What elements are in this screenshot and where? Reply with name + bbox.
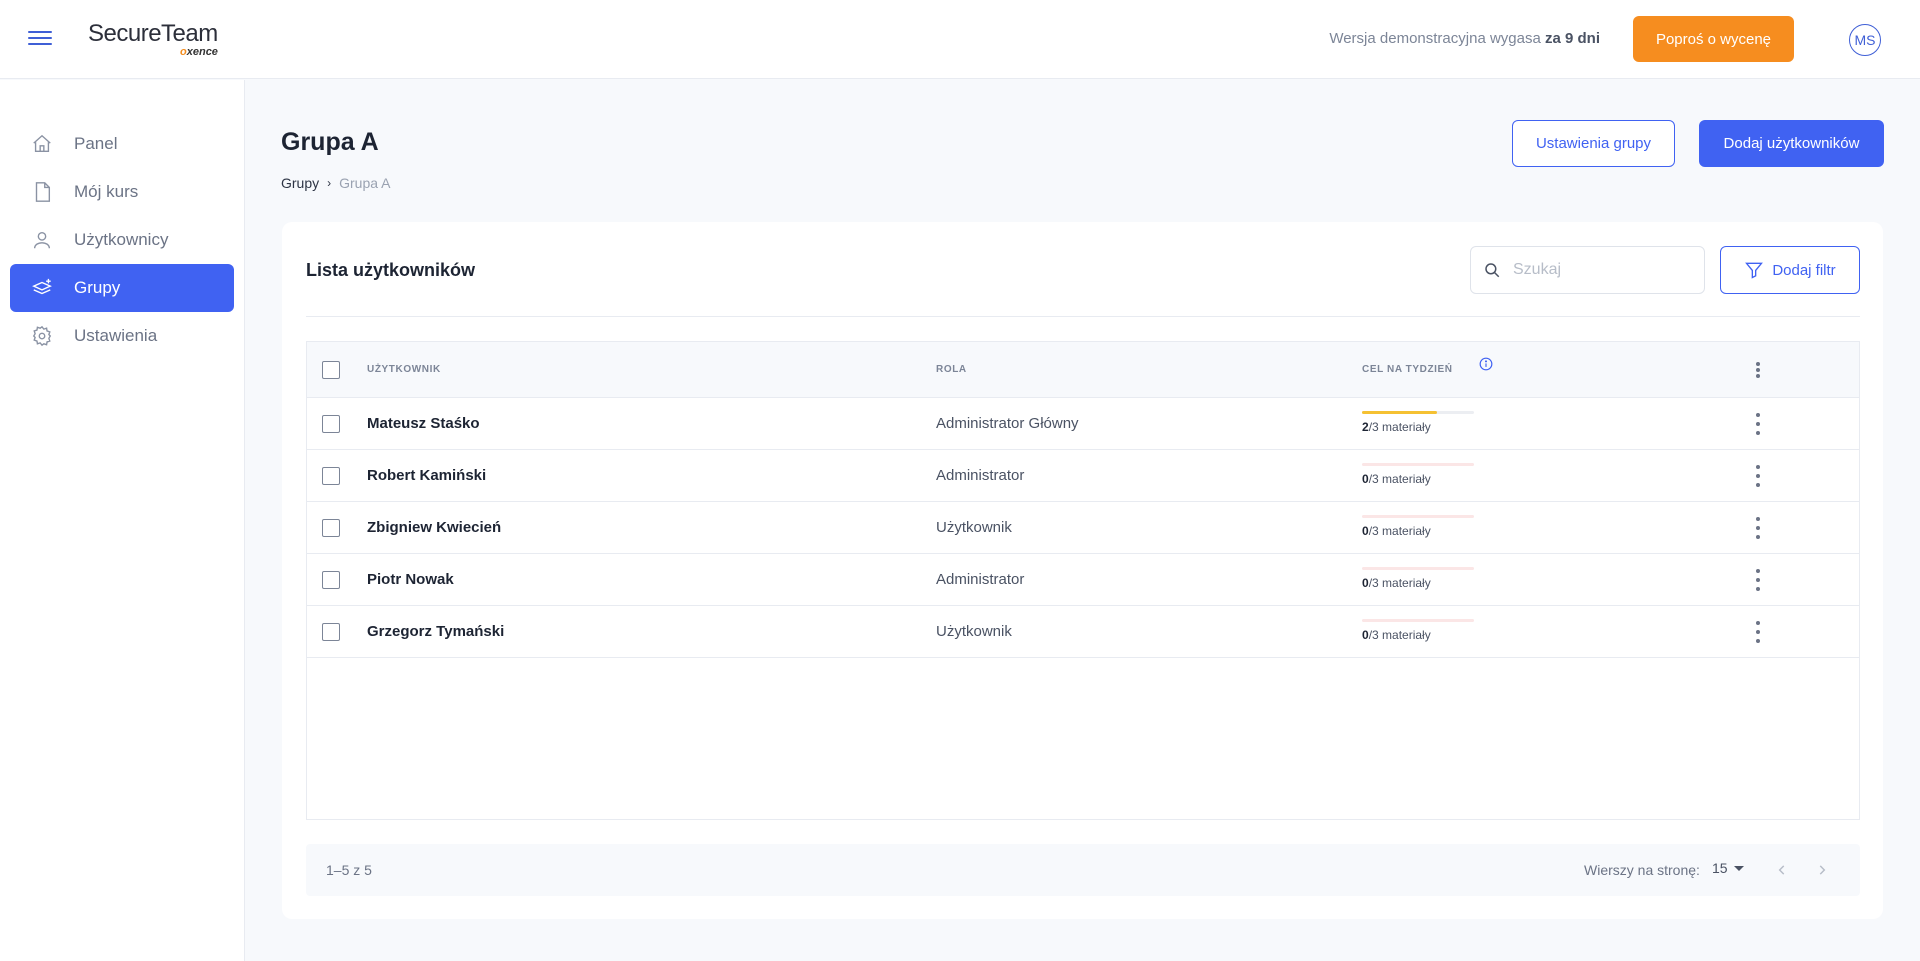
goal-progress-bar [1362,411,1474,414]
row-menu-icon[interactable] [1748,465,1768,487]
logo-subtext: oxence [180,46,218,58]
search-input[interactable] [1513,261,1693,279]
column-header-weekly-goal[interactable]: Cel na tydzień [1362,364,1453,375]
row-checkbox[interactable] [322,623,340,641]
rows-per-page-label: Wierszy na stronę: [1584,862,1700,878]
add-users-button[interactable]: Dodaj użytkowników [1699,120,1884,167]
chevron-right-icon: › [327,176,332,190]
user-name[interactable]: Grzegorz Tymański [367,623,504,640]
row-menu-icon[interactable] [1748,569,1768,591]
goal-progress-bar [1362,463,1474,466]
row-menu-icon[interactable] [1748,517,1768,539]
row-checkbox[interactable] [322,571,340,589]
user-name[interactable]: Piotr Nowak [367,571,454,588]
user-icon [30,228,54,252]
row-menu-icon[interactable] [1748,621,1768,643]
user-name[interactable]: Zbigniew Kwiecień [367,519,501,536]
caret-down-icon [1733,865,1744,871]
list-title: Lista użytkowników [306,260,476,280]
column-header-role[interactable]: Rola [936,364,967,375]
sidebar-item-groups[interactable]: Grupy [10,264,234,312]
trial-days: za 9 dni [1544,30,1600,47]
search-box[interactable] [1470,246,1705,294]
breadcrumb-current: Grupa A [339,175,391,191]
table-row[interactable]: Mateusz Staśko Administrator Główny 2/3 … [307,398,1859,450]
user-role: Administrator Główny [936,415,1079,432]
goal-progress-label: 0/3 materiały [1362,472,1431,486]
sidebar-item-label: Ustawienia [74,326,158,345]
table-row[interactable]: Grzegorz Tymański Użytkownik 0/3 materia… [307,606,1859,658]
goal-progress-fill [1362,411,1437,414]
sidebar-item-label: Panel [74,134,118,153]
breadcrumb-link-groups[interactable]: Grupy [281,175,319,191]
goal-progress-bar [1362,619,1474,622]
column-header-user[interactable]: Użytkownik [367,364,441,375]
pagination-bar: 1–5 z 5 Wierszy na stronę: 15 [306,844,1860,896]
users-list-card: Lista użytkowników Dodaj filtr Użytkowni… [282,222,1883,919]
row-checkbox[interactable] [322,519,340,537]
user-name[interactable]: Robert Kamiński [367,467,486,484]
sidebar-item-label: Mój kurs [74,182,139,201]
user-role: Użytkownik [936,623,1012,640]
home-icon [30,132,54,156]
row-checkbox[interactable] [322,467,340,485]
menu-icon[interactable] [28,27,52,51]
sidebar: Panel Mój kurs Użytkownicy Grupy Ustawie… [0,80,245,961]
goal-progress-label: 0/3 materiały [1362,628,1431,642]
table-header: Użytkownik Rola Cel na tydzień [307,342,1859,398]
table-row[interactable]: Robert Kamiński Administrator 0/3 materi… [307,450,1859,502]
rows-per-page-select[interactable]: 15 [1712,860,1744,876]
sidebar-item-label: Grupy [74,278,121,297]
trial-text: Wersja demonstracyjna wygasa [1329,30,1541,47]
user-name[interactable]: Mateusz Staśko [367,415,480,432]
sidebar-item-users[interactable]: Użytkownicy [10,216,234,264]
search-icon [1483,260,1503,280]
group-settings-button[interactable]: Ustawienia grupy [1512,120,1675,167]
sidebar-item-label: Użytkownicy [74,230,169,249]
breadcrumb: Grupy › Grupa A [281,175,391,191]
sidebar-item-my-course[interactable]: Mój kurs [10,168,234,216]
pagination-range: 1–5 z 5 [326,862,372,878]
user-role: Administrator [936,571,1025,588]
previous-page-button[interactable] [1770,858,1794,882]
goal-progress-label: 0/3 materiały [1362,524,1431,538]
column-options-icon[interactable] [1748,362,1768,378]
avatar[interactable]: MS [1849,24,1881,56]
goal-progress-bar [1362,515,1474,518]
trial-notice: Wersja demonstracyjna wygasa za 9 dni [1329,30,1600,47]
filter-icon [1744,260,1764,280]
table-row[interactable]: Zbigniew Kwiecień Użytkownik 0/3 materia… [307,502,1859,554]
table-row[interactable]: Piotr Nowak Administrator 0/3 materiały [307,554,1859,606]
add-filter-button[interactable]: Dodaj filtr [1720,246,1860,294]
sidebar-item-settings[interactable]: Ustawienia [10,312,234,360]
logo-text: SecureTeam [88,20,218,47]
row-checkbox[interactable] [322,415,340,433]
chevron-left-icon [1778,865,1785,875]
gear-icon [30,324,54,348]
add-filter-label: Dodaj filtr [1772,261,1836,279]
select-all-checkbox[interactable] [322,361,340,379]
goal-progress-bar [1362,567,1474,570]
top-bar: SecureTeam oxence Wersja demonstracyjna … [0,0,1920,79]
logo[interactable]: SecureTeam oxence [88,20,218,60]
goal-progress-label: 2/3 materiały [1362,420,1431,434]
rows-per-page-value: 15 [1712,860,1728,876]
document-icon [30,180,54,204]
divider [306,316,1860,317]
request-quote-button[interactable]: Poproś o wycenę [1633,16,1794,62]
page-title: Grupa A [281,128,379,156]
next-page-button[interactable] [1810,858,1834,882]
user-role: Administrator [936,467,1025,484]
users-table: Użytkownik Rola Cel na tydzień Mateusz S… [306,341,1860,820]
layers-icon [30,276,54,300]
info-icon[interactable] [1479,357,1493,376]
chevron-right-icon [1819,865,1826,875]
goal-progress-label: 0/3 materiały [1362,576,1431,590]
row-menu-icon[interactable] [1748,413,1768,435]
sidebar-item-panel[interactable]: Panel [10,120,234,168]
user-role: Użytkownik [936,519,1012,536]
